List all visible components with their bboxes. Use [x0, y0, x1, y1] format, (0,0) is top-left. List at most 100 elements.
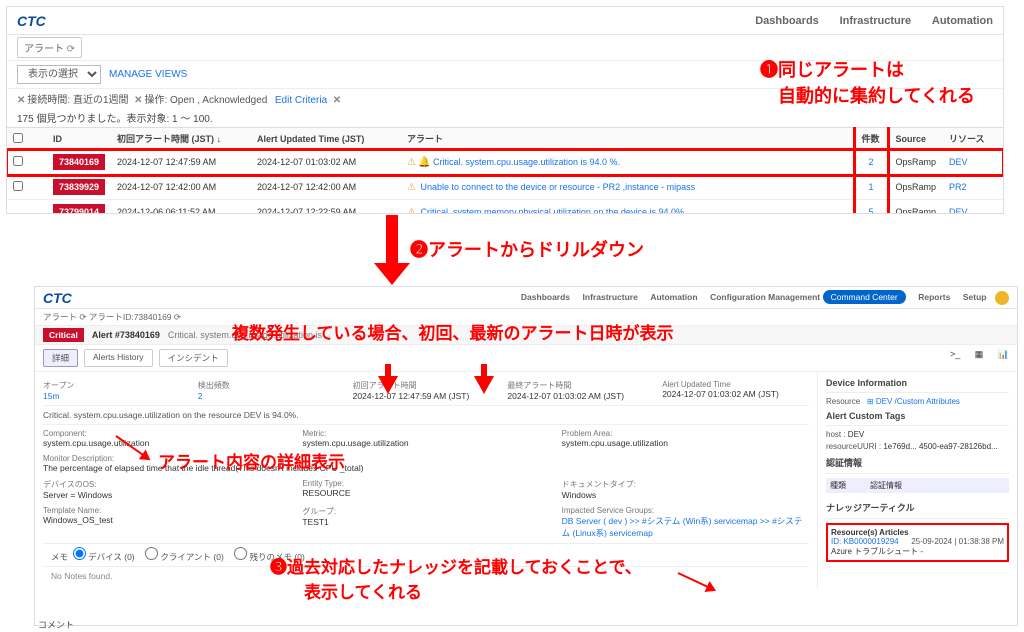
breadcrumb-item[interactable]: アラート [17, 37, 82, 58]
filter-chip[interactable]: 接続時間: 直近の1週間 [27, 95, 128, 106]
table-header-row: ID 初回アラート時間 (JST) ↓ Alert Updated Time (… [7, 128, 1003, 150]
nav-dashboards[interactable]: Dashboards [521, 292, 570, 302]
cell-alert-msg[interactable]: ⚠ Critical. system.memory.physical.utili… [401, 200, 854, 215]
component-value: system.cpu.usage.utilization [43, 438, 290, 448]
detail-body: オープン15m 検出頻数2 初回アラート時間2024-12-07 12:47:5… [35, 372, 1017, 589]
table-row[interactable]: 73840169 2024-12-07 12:47:59 AM 2024-12-… [7, 150, 1003, 175]
kb-header: ナレッジアーティクル [826, 499, 1009, 519]
warning-icon: ⚠ [407, 157, 416, 168]
nav-infrastructure[interactable]: Infrastructure [583, 292, 638, 302]
cell-resource[interactable]: DEV [943, 200, 1003, 215]
memo-radio-client[interactable] [145, 547, 158, 560]
cell-resource[interactable]: PR2 [943, 175, 1003, 200]
auth-table-header: 種類認証情報 [826, 478, 1009, 493]
col-resource[interactable]: リソース [943, 128, 1003, 150]
edit-criteria-link[interactable]: Edit Criteria [275, 95, 327, 106]
col-id[interactable]: ID [47, 128, 111, 150]
col-first[interactable]: 初回アラート時間 (JST) ↓ [111, 128, 251, 150]
col-alert[interactable]: アラート [401, 128, 854, 150]
cell-source: OpsRamp [888, 150, 943, 175]
occ-value[interactable]: 2 [198, 391, 345, 401]
alert-id-badge[interactable]: 73799014 [53, 204, 105, 214]
nav-automation[interactable]: Automation [932, 15, 993, 27]
cell-alert-msg[interactable]: ⚠🔔 Critical. system.cpu.usage.utilizatio… [401, 150, 854, 175]
nav-dashboards[interactable]: Dashboards [755, 15, 819, 27]
cell-alert-msg[interactable]: ⚠ Unable to connect to the device or res… [401, 175, 854, 200]
grid-icon[interactable]: ▦ [975, 349, 984, 367]
nav-command-center[interactable]: Command Center [823, 290, 906, 304]
occ-label: 検出頻数 [198, 380, 345, 391]
kb-section-title: Resource(s) Articles [831, 528, 1004, 537]
tab-detail[interactable]: 詳細 [43, 349, 78, 367]
problem-area-value: system.cpu.usage.utilization [562, 438, 809, 448]
select-all-checkbox[interactable] [13, 133, 23, 143]
isg-value[interactable]: DB Server ( dev ) >> #システム (Win系) servic… [562, 515, 809, 539]
view-select[interactable]: 表示の選択 [17, 65, 101, 84]
cell-count[interactable]: 5 [854, 200, 888, 215]
template-label: Template Name: [43, 506, 290, 515]
monitor-desc-value: The percentage of elapsed time that the … [43, 463, 809, 473]
chart-icon[interactable]: 📊 [998, 349, 1009, 367]
terminal-icon[interactable]: >_ [950, 349, 960, 367]
alert-message-line: Critical. system.cpu.usage.utilization o… [43, 406, 809, 425]
tags-header: Alert Custom Tags [826, 409, 1009, 426]
auth-header: 認証情報 [826, 454, 1009, 474]
resource-link[interactable]: DEV /Custom Attributes [876, 397, 960, 406]
host-value: DEV [848, 430, 864, 439]
remove-filter-icon[interactable]: ✕ [134, 95, 142, 106]
nav-infrastructure[interactable]: Infrastructure [840, 15, 912, 27]
manage-views-link[interactable]: MANAGE VIEWS [109, 69, 187, 80]
row-checkbox[interactable] [13, 181, 23, 191]
nav-setup[interactable]: Setup [963, 292, 987, 302]
upd-label: Alert Updated Time [662, 380, 809, 389]
last-label: 最終アラート時間 [507, 380, 654, 391]
tab-history[interactable]: Alerts History [84, 349, 153, 367]
device-os-value: Server = Windows [43, 490, 290, 500]
col-updated[interactable]: Alert Updated Time (JST) [251, 128, 401, 150]
upd-value: 2024-12-07 01:03:02 AM (JST) [662, 389, 809, 399]
kb-article-box: Resource(s) Articles ID: KB0000019294 25… [826, 523, 1009, 562]
view-bar: 表示の選択 MANAGE VIEWS [7, 61, 1003, 89]
memo-radio-rest[interactable] [234, 547, 247, 560]
memo-radio-device[interactable] [73, 547, 86, 560]
clear-all-icon[interactable]: ✕ [333, 95, 341, 106]
breadcrumb: アラート [7, 35, 1003, 61]
kb-article-date: 25-09-2024 | 01:38:38 PM [911, 537, 1004, 546]
metric-label: Metric: [302, 429, 549, 438]
cell-count[interactable]: 2 [854, 150, 888, 175]
alert-id-badge[interactable]: 73839929 [53, 179, 105, 195]
nav-automation[interactable]: Automation [650, 292, 697, 302]
row-checkbox[interactable] [13, 156, 23, 166]
open-label: オープン [43, 380, 190, 391]
avatar[interactable] [995, 291, 1009, 305]
cell-first-time: 2024-12-06 06:11:52 AM [111, 200, 251, 215]
filter-chip[interactable]: 操作: Open , Acknowledged [144, 95, 267, 106]
nav-reports[interactable]: Reports [918, 292, 950, 302]
detail-breadcrumb: アラート ⟳ アラートID:73840169 ⟳ [35, 309, 1017, 326]
logo: CTC [43, 290, 72, 306]
group-value: TEST1 [302, 517, 549, 527]
remove-filter-icon[interactable]: ✕ [17, 95, 25, 106]
table-row[interactable]: 73799014 2024-12-06 06:11:52 AM 2024-12-… [7, 200, 1003, 215]
doc-type-value: Windows [562, 490, 809, 500]
cell-resource[interactable]: DEV [943, 150, 1003, 175]
col-count[interactable]: 件数 [854, 128, 888, 150]
last-value: 2024-12-07 01:03:02 AM (JST) [507, 391, 654, 401]
alert-id-badge[interactable]: 73840169 [53, 154, 105, 170]
alert-list-panel: CTC Dashboards Infrastructure Automation… [6, 6, 1004, 214]
entity-type-label: Entity Type: [302, 479, 549, 488]
host-label: host [826, 430, 841, 439]
detail-header: CTC Dashboards Infrastructure Automation… [35, 287, 1017, 309]
col-source[interactable]: Source [888, 128, 943, 150]
kb-article-id[interactable]: ID: KB0000019294 [831, 537, 899, 546]
isg-label: Impacted Service Groups: [562, 506, 809, 515]
device-info-header: Device Information [826, 376, 1009, 393]
tab-incident[interactable]: インシデント [159, 349, 228, 367]
warning-icon: ⚠ [407, 207, 416, 215]
nav-config-mgmt[interactable]: Configuration Management [710, 292, 820, 302]
table-row[interactable]: 73839929 2024-12-07 12:42:00 AM 2024-12-… [7, 175, 1003, 200]
kb-article-title[interactable]: Azure トラブルシュート - [831, 546, 1004, 557]
alert-subtitle: Critical. system.cpu.usage.utilization i… [168, 330, 322, 340]
cell-count[interactable]: 1 [854, 175, 888, 200]
detail-nav: Dashboards Infrastructure Automation Con… [511, 291, 1009, 305]
